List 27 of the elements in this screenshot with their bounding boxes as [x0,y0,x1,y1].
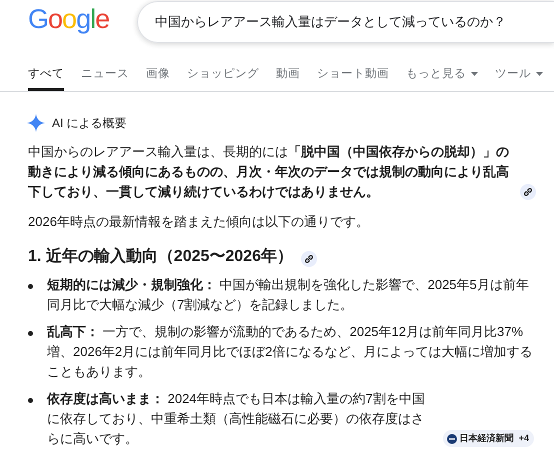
search-field[interactable]: 中国からレアアース輸入量はデータとして減っているのか？ [137,1,554,43]
caret-icon [536,72,543,76]
bullet-icon [28,331,33,336]
link-icon[interactable] [300,251,317,267]
tab[interactable]: 画像 [146,62,170,91]
tab[interactable]: ニュース [81,62,129,91]
google-logo[interactable]: Google [28,6,137,32]
bullet-icon [28,398,33,403]
list-item-text: 短期的には減少・規制強化： 中国が輸出規制を強化した影響で、2025年5月は前年同月比で大幅な減少（7割減など）を記録しました。 [47,276,530,314]
list-item-text: 乱高下： 一方で、規制の影響が流動的であるため、2025年12月は前年同月比37%増、2026年2月には前年同月比でほぼ2倍になるなど、月によっては大幅に増加することもあります。 [47,323,534,381]
tab[interactable]: もっと見る [406,62,478,91]
list-item-text: 依存度は高いまま： 2024年時点でも日本は輸入量の約7割を中国に依存しており、中重希土類（高性能磁石に必要）の依存度はさらに高いです。 [47,390,426,448]
tab[interactable]: ショート動画 [317,62,389,91]
tab[interactable]: すべて [28,62,64,91]
bullet-icon [28,284,33,289]
newspaper-logo-icon [446,434,457,444]
link-icon[interactable] [520,184,536,200]
tab[interactable]: ツール [495,62,543,91]
source-chip[interactable]: 日本経済新聞 +4 [442,430,534,447]
tab[interactable]: ショッピング [187,62,259,91]
paragraph: 中国からのレアアース輸入量は、長期的には「脱中国（中国依存からの脱却）」の動きにより減る傾向にあるものの、月次・年次のデータでは規制の動向により乱高下しており、一貫して減り続けているわけではありません。 [28,143,510,201]
caret-icon [471,72,478,76]
section-title: AI による概要 [52,114,127,132]
section-heading: 1. 近年の輸入動向（2025〜2026年） [28,248,293,265]
sparkle-icon [27,114,45,132]
tab[interactable]: 動画 [276,62,300,91]
paragraph: 2026年時点の最新情報を踏まえた傾向は以下の通りです。 [28,213,369,231]
